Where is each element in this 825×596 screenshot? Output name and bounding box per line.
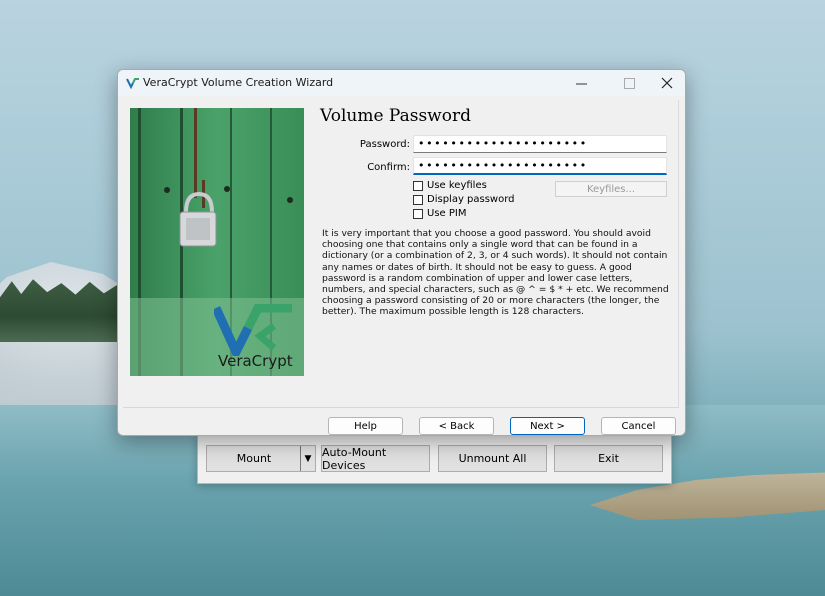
mount-button-label: Mount — [236, 452, 272, 465]
cancel-button[interactable]: Cancel — [601, 417, 676, 435]
veracrypt-main-window: Mount ▼ Auto-Mount Devices Unmount All E… — [197, 434, 672, 484]
banner-brand-text: VeraCrypt — [218, 352, 293, 370]
auto-mount-label: Auto-Mount Devices — [322, 445, 387, 472]
help-button[interactable]: Help — [328, 417, 403, 435]
back-button-label: < Back — [438, 420, 475, 432]
use-keyfiles-checkbox[interactable]: Use keyfiles — [413, 180, 487, 191]
next-button[interactable]: Next > — [510, 417, 585, 435]
next-button-label: Next > — [530, 420, 565, 432]
unmount-all-label: Unmount All — [458, 452, 527, 465]
checkbox-box[interactable] — [413, 180, 423, 191]
confirm-password-field[interactable]: ••••••••••••••••••••• — [413, 157, 667, 175]
confirm-label: Confirm: — [367, 162, 410, 173]
minimize-icon[interactable] — [561, 70, 601, 96]
back-button[interactable]: < Back — [419, 417, 494, 435]
footer-divider — [123, 407, 679, 408]
keyfiles-button[interactable]: Keyfiles... — [555, 181, 667, 197]
use-pim-label: Use PIM — [427, 208, 467, 219]
password-advice-text: It is very important that you choose a g… — [322, 228, 669, 318]
use-pim-checkbox[interactable]: Use PIM — [413, 208, 466, 219]
keyfiles-button-label: Keyfiles... — [586, 183, 636, 195]
exit-button[interactable]: Exit — [554, 445, 663, 472]
checkbox-box[interactable] — [413, 194, 423, 205]
checkbox-box[interactable] — [413, 208, 423, 219]
unmount-all-button[interactable]: Unmount All — [438, 445, 547, 472]
veracrypt-app-icon — [126, 78, 139, 90]
title-bar[interactable]: VeraCrypt Volume Creation Wizard — [118, 70, 685, 96]
close-icon[interactable] — [647, 70, 685, 96]
chevron-down-icon[interactable]: ▼ — [300, 446, 315, 471]
auto-mount-devices-button[interactable]: Auto-Mount Devices — [321, 445, 430, 472]
help-button-label: Help — [354, 420, 377, 432]
password-field[interactable]: ••••••••••••••••••••• — [413, 135, 667, 153]
veracrypt-logo — [214, 304, 292, 356]
display-password-checkbox[interactable]: Display password — [413, 194, 515, 205]
cancel-button-label: Cancel — [621, 420, 656, 432]
page-title: Volume Password — [320, 106, 471, 126]
exit-label: Exit — [598, 452, 619, 465]
maximize-icon[interactable] — [609, 70, 649, 96]
wizard-banner-image: VeraCrypt — [130, 108, 304, 376]
mount-button[interactable]: Mount ▼ — [206, 445, 316, 472]
display-password-label: Display password — [427, 194, 515, 205]
password-label: Password: — [359, 139, 410, 150]
use-keyfiles-label: Use keyfiles — [427, 180, 487, 191]
volume-creation-wizard-dialog: VeraCrypt Volume Creation Wizard VeraCry… — [117, 69, 686, 436]
window-title: VeraCrypt Volume Creation Wizard — [143, 76, 334, 89]
